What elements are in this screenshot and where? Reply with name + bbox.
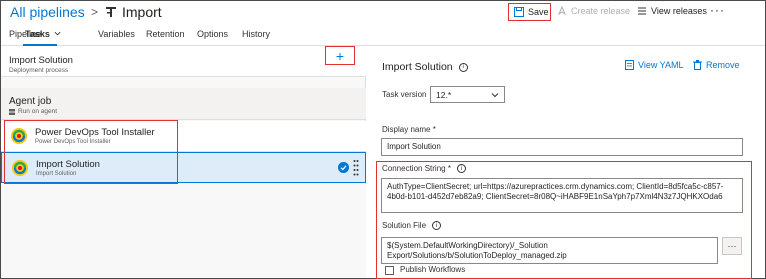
publish-workflows-label: Publish Workflows [400, 265, 466, 274]
tab-bar: Pipeline Tasks Variables Retention Optio… [1, 26, 765, 46]
pipeline-icon [106, 7, 116, 17]
create-release-button[interactable]: Create release [557, 6, 630, 16]
chevron-down-icon [54, 31, 61, 36]
agent-job-subtitle-text: Run on agent [18, 108, 58, 115]
remove-button[interactable]: Remove [693, 60, 740, 70]
stage-subtitle: Deployment process [9, 67, 69, 74]
trash-icon [693, 60, 702, 70]
breadcrumb-separator: > [91, 5, 99, 19]
tab-retention[interactable]: Retention [146, 29, 185, 39]
tab-options[interactable]: Options [197, 29, 228, 39]
view-yaml-label: View YAML [638, 60, 684, 70]
agent-job-subtitle: Run on agent [9, 108, 57, 115]
list-icon [638, 7, 646, 15]
task-version-label: Task version [382, 90, 427, 99]
tab-history[interactable]: History [242, 29, 270, 39]
agent-job-row[interactable]: Agent job Run on agent [1, 88, 366, 120]
tab-tasks-label: Tasks [25, 29, 50, 39]
check-icon [338, 162, 349, 173]
agent-job-title: Agent job [9, 96, 52, 107]
tab-tasks[interactable]: Tasks [25, 29, 61, 39]
rocket-icon [557, 6, 567, 16]
view-releases-button[interactable]: View releases [637, 6, 707, 16]
task-version-value: 12.* [436, 89, 452, 100]
server-icon [9, 108, 15, 115]
page-title: Import [122, 4, 162, 20]
publish-workflows-checkbox[interactable] [385, 266, 394, 275]
add-task-button[interactable]: + [325, 46, 355, 65]
details-title-text: Import Solution [382, 61, 453, 73]
top-bar: All pipelines > Import Save Create relea… [1, 1, 765, 25]
document-icon [625, 60, 634, 70]
more-actions-button[interactable]: ··· [710, 3, 725, 17]
display-name-label: Display name * [382, 125, 436, 134]
chevron-down-icon [491, 93, 499, 98]
details-title: Import Solution i [382, 61, 468, 73]
tab-variables[interactable]: Variables [98, 29, 135, 39]
stage-header[interactable]: Import Solution Deployment process ··· [1, 47, 366, 77]
active-tab-indicator [23, 44, 57, 46]
task-version-select[interactable]: 12.* [430, 86, 505, 103]
save-icon [514, 7, 524, 17]
create-release-label: Create release [571, 6, 631, 16]
drag-handle-icon[interactable] [353, 159, 359, 177]
save-label: Save [528, 7, 549, 17]
breadcrumb-all-pipelines[interactable]: All pipelines [10, 4, 85, 20]
display-name-input[interactable]: Import Solution [381, 138, 743, 156]
stage-title: Import Solution [9, 55, 73, 66]
view-yaml-button[interactable]: View YAML [625, 60, 684, 70]
info-icon[interactable]: i [458, 62, 468, 72]
tasks-highlight-box [4, 120, 178, 184]
save-button[interactable]: Save [508, 3, 551, 21]
view-releases-label: View releases [651, 6, 707, 16]
task-list-empty-area [1, 184, 366, 278]
remove-label: Remove [706, 60, 740, 70]
inputs-highlight-box [376, 161, 752, 279]
